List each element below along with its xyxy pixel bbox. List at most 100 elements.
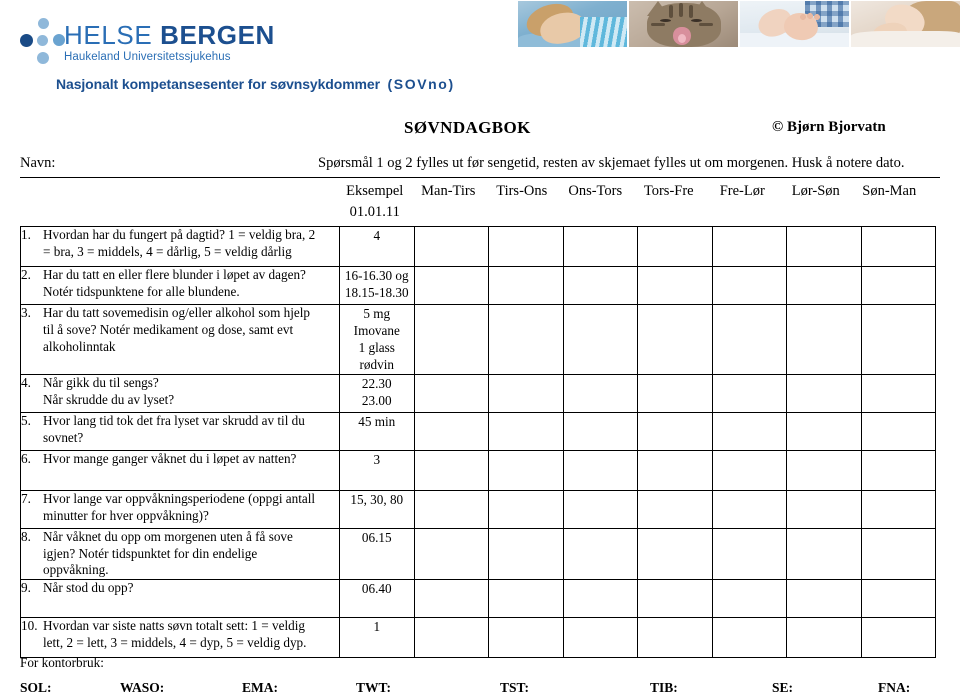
example-value-cell: 06.15 xyxy=(339,527,415,581)
question-number: 6. xyxy=(21,450,31,466)
day-entry-cell[interactable] xyxy=(711,489,787,529)
question-text: Hvordan har du fungert på dagtid? 1 = ve… xyxy=(43,227,316,259)
column-header-eksempel: Eksempel xyxy=(346,183,404,199)
day-entry-cell[interactable] xyxy=(860,617,936,659)
question-number: 3. xyxy=(21,305,31,320)
day-entry-cell[interactable] xyxy=(786,266,862,305)
day-entry-cell[interactable] xyxy=(488,266,564,305)
day-entry-cell[interactable] xyxy=(786,226,862,267)
day-entry-cell[interactable] xyxy=(860,266,936,305)
day-entry-cell[interactable] xyxy=(637,449,713,491)
day-entry-cell[interactable] xyxy=(562,373,638,413)
day-entry-cell[interactable] xyxy=(860,579,936,619)
day-entry-cell[interactable] xyxy=(786,449,862,491)
day-entry-cell[interactable] xyxy=(488,449,564,491)
day-entry-cell[interactable] xyxy=(860,304,936,375)
day-entry-cell[interactable] xyxy=(860,226,936,267)
day-entry-cell[interactable] xyxy=(637,266,713,305)
table-row: 7. Hvor lange var oppvåkningsperiodene (o… xyxy=(20,489,936,529)
example-value-cell: 45 min xyxy=(339,411,415,451)
day-entry-cell[interactable] xyxy=(637,489,713,529)
day-entry-cell[interactable] xyxy=(413,373,489,413)
name-field-rule xyxy=(20,177,940,178)
day-entry-cell[interactable] xyxy=(860,449,936,491)
day-entry-cell[interactable] xyxy=(786,579,862,619)
day-entry-cell[interactable] xyxy=(711,304,787,375)
day-entry-cell[interactable] xyxy=(786,527,862,581)
day-entry-cell[interactable] xyxy=(711,226,787,267)
abbrev-se: SE: xyxy=(772,680,794,695)
example-value-cell: 15, 30, 80 xyxy=(339,489,415,529)
day-entry-cell[interactable] xyxy=(488,304,564,375)
day-entry-cell[interactable] xyxy=(637,579,713,619)
day-entry-cell[interactable] xyxy=(562,226,638,267)
day-entry-cell[interactable] xyxy=(711,579,787,619)
example-value-cell: 22.30 23.00 xyxy=(339,373,415,413)
day-entry-cell[interactable] xyxy=(711,527,787,581)
day-entry-cell[interactable] xyxy=(637,411,713,451)
day-entry-cell[interactable] xyxy=(711,373,787,413)
day-entry-cell[interactable] xyxy=(786,373,862,413)
day-entry-cell[interactable] xyxy=(562,617,638,659)
sleep-diary-table: 1. Hvordan har du fungert på dagtid? 1 = … xyxy=(20,226,936,659)
table-row: 8. Når våknet du opp om morgenen uten å f… xyxy=(20,527,936,581)
day-entry-cell[interactable] xyxy=(488,411,564,451)
day-entry-cell[interactable] xyxy=(488,527,564,581)
abbrev-sol: SOL: xyxy=(20,680,52,695)
day-entry-cell[interactable] xyxy=(562,527,638,581)
day-entry-cell[interactable] xyxy=(786,617,862,659)
day-entry-cell[interactable] xyxy=(637,617,713,659)
day-entry-cell[interactable] xyxy=(488,617,564,659)
day-entry-cell[interactable] xyxy=(786,489,862,529)
abbrev-tib: TIB: xyxy=(650,680,678,695)
day-entry-cell[interactable] xyxy=(413,266,489,305)
day-entry-cell[interactable] xyxy=(413,527,489,581)
day-entry-cell[interactable] xyxy=(637,304,713,375)
center-name-text: Nasjonalt kompetansesenter for søvnsykdo… xyxy=(56,76,380,92)
day-entry-cell[interactable] xyxy=(413,449,489,491)
day-entry-cell[interactable] xyxy=(860,411,936,451)
day-entry-cell[interactable] xyxy=(711,449,787,491)
column-header-ons-tors: Ons-Tors xyxy=(568,183,623,199)
day-entry-cell[interactable] xyxy=(637,527,713,581)
question-number: 1. xyxy=(21,227,31,242)
day-entry-cell[interactable] xyxy=(562,449,638,491)
day-entry-cell[interactable] xyxy=(488,489,564,529)
day-entry-cell[interactable] xyxy=(562,266,638,305)
day-entry-cell[interactable] xyxy=(562,304,638,375)
table-row: 3. Har du tatt sovemedisin og/eller alkoh… xyxy=(20,304,936,375)
table-row: 1. Hvordan har du fungert på dagtid? 1 = … xyxy=(20,226,936,267)
day-entry-cell[interactable] xyxy=(637,226,713,267)
day-entry-cell[interactable] xyxy=(488,373,564,413)
question-cell: 3. Har du tatt sovemedisin og/eller alkoh… xyxy=(20,304,340,375)
day-entry-cell[interactable] xyxy=(413,579,489,619)
day-entry-cell[interactable] xyxy=(786,411,862,451)
day-entry-cell[interactable] xyxy=(413,489,489,529)
day-entry-cell[interactable] xyxy=(860,373,936,413)
day-entry-cell[interactable] xyxy=(711,411,787,451)
table-row: 2. Har du tatt en eller flere blunder i l… xyxy=(20,266,936,305)
day-entry-cell[interactable] xyxy=(413,617,489,659)
day-entry-cell[interactable] xyxy=(562,579,638,619)
day-entry-cell[interactable] xyxy=(562,489,638,529)
day-entry-cell[interactable] xyxy=(413,411,489,451)
header-photo-strip xyxy=(518,1,960,47)
abbrev-tst: TST: xyxy=(500,680,530,695)
day-entry-cell[interactable] xyxy=(711,266,787,305)
day-entry-cell[interactable] xyxy=(860,489,936,529)
day-entry-cell[interactable] xyxy=(413,304,489,375)
question-number: 4. xyxy=(21,374,31,390)
day-entry-cell[interactable] xyxy=(637,373,713,413)
day-entry-cell[interactable] xyxy=(488,226,564,267)
day-entry-cell[interactable] xyxy=(413,226,489,267)
question-text: Når stod du opp? xyxy=(43,580,134,596)
question-cell: 5. Hvor lang tid tok det fra lyset var sk… xyxy=(20,411,340,451)
day-entry-cell[interactable] xyxy=(711,617,787,659)
sovno-center-name: Nasjonalt kompetansesenter for søvnsykdo… xyxy=(56,76,455,92)
day-entry-cell[interactable] xyxy=(562,411,638,451)
day-entry-cell[interactable] xyxy=(786,304,862,375)
day-entry-cell[interactable] xyxy=(860,527,936,581)
question-cell: 1. Hvordan har du fungert på dagtid? 1 = … xyxy=(20,226,340,267)
day-entry-cell[interactable] xyxy=(488,579,564,619)
column-header-fre-lor: Fre-Lør xyxy=(719,183,765,199)
